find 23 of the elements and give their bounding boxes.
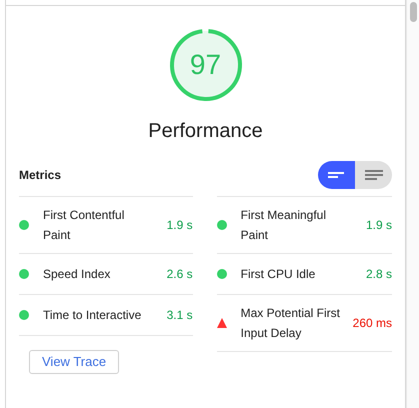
lines-icon (328, 170, 346, 180)
lines-icon (364, 170, 382, 180)
metric-name: Max Potential First Input Delay (240, 305, 342, 342)
metric-name: Time to Interactive (43, 307, 142, 324)
score-value: 97 (190, 50, 222, 80)
metric-name: Speed Index (43, 266, 112, 283)
metric-value: 2.8 s (366, 266, 392, 283)
metric-value: 1.9 s (166, 217, 193, 234)
view-trace-button[interactable]: View Trace (29, 350, 120, 374)
metric-value: 260 ms (352, 315, 392, 332)
metric-name: First Contentful Paint (43, 207, 126, 244)
scrollbar-thumb[interactable] (410, 2, 416, 22)
metric-value: 1.9 s (366, 217, 392, 234)
compact-view-toggle[interactable] (318, 161, 355, 189)
metric-value: 2.6 s (166, 266, 193, 283)
metric-name: First Meaningful Paint (240, 207, 328, 244)
metrics-heading: Metrics (19, 167, 62, 184)
scrollbar[interactable] (406, 0, 419, 408)
metric-name: First CPU Idle (240, 266, 316, 283)
metric-value: 3.1 s (166, 307, 193, 324)
warning-triangle-icon (216, 318, 227, 328)
expanded-view-toggle[interactable] (355, 161, 392, 189)
category-title: Performance (148, 119, 263, 144)
